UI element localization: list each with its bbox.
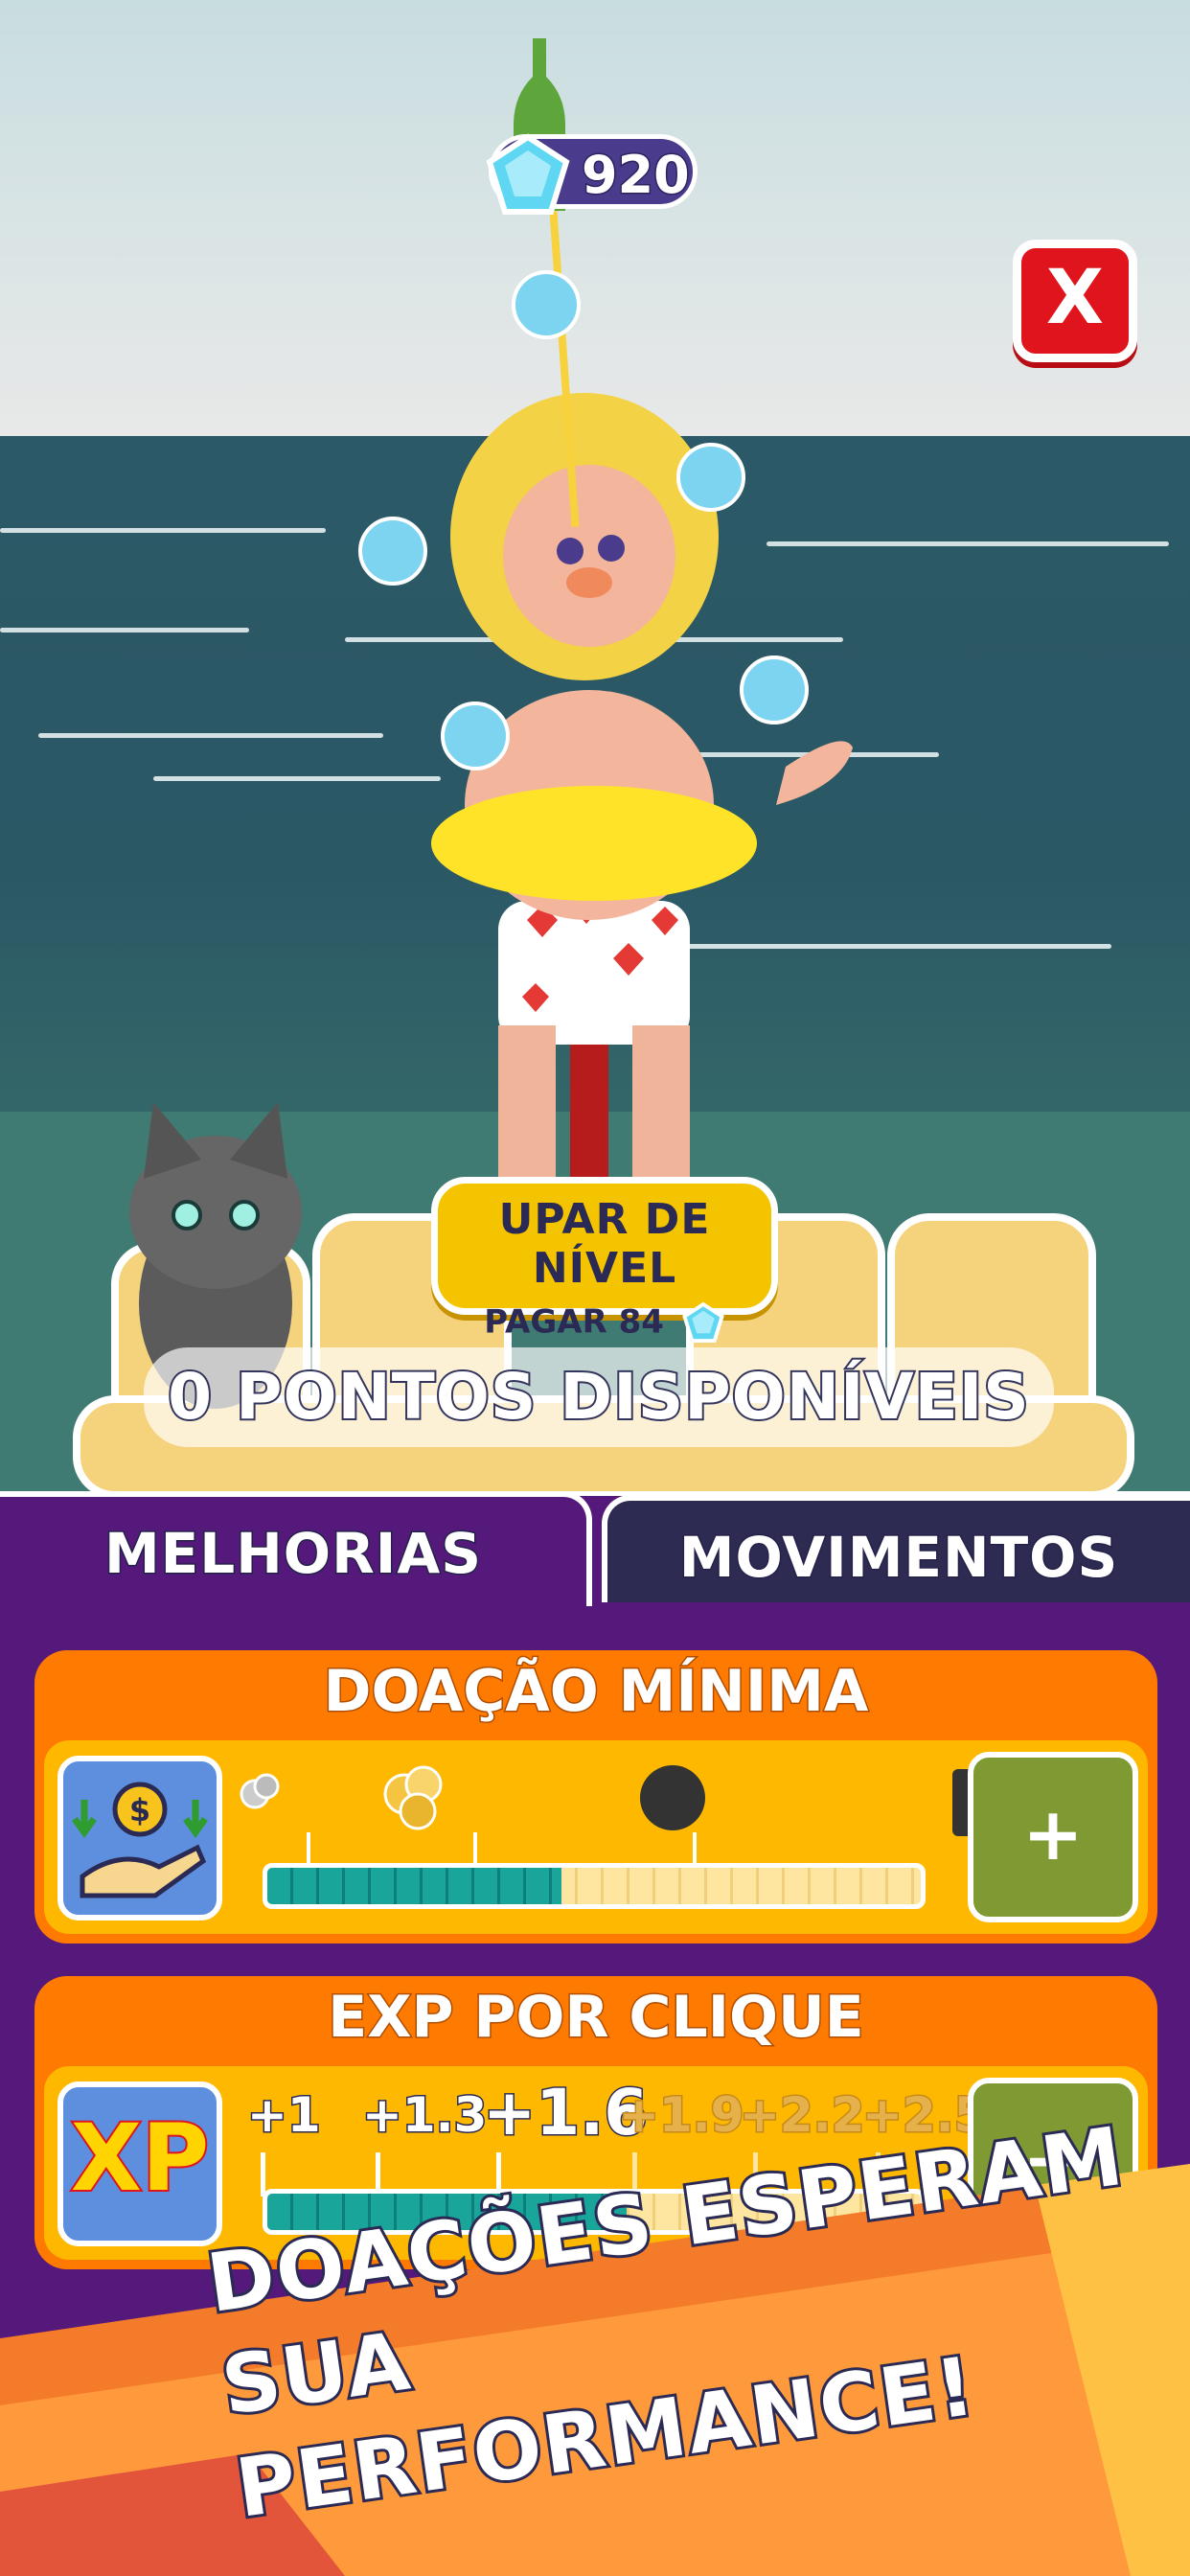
coin-donation-icon: $	[57, 1756, 222, 1920]
close-button[interactable]: X	[1013, 240, 1137, 362]
gem-icon	[486, 133, 570, 215]
xp-icon-text: XP	[69, 2103, 211, 2214]
level-up-cost-label: PAGAR 84	[484, 1302, 664, 1342]
upgrade-progress-bar	[263, 1863, 926, 1909]
gold-coins-icon	[383, 1765, 443, 1830]
gem-count: 920	[581, 144, 692, 207]
exp-step-label: +1.3	[360, 2086, 488, 2145]
milestone-icons	[240, 1765, 981, 1874]
exp-step-label: +1.9	[617, 2086, 744, 2145]
tab-label: MELHORIAS	[103, 1520, 483, 1588]
locked-reward-icon	[640, 1765, 705, 1830]
upgrade-title: EXP POR CLIQUE	[327, 1983, 865, 2053]
step-tick	[261, 2152, 265, 2196]
points-available-banner: 0 PONTOS DISPONÍVEIS	[144, 1347, 1054, 1447]
exp-step-label: +1	[246, 2086, 323, 2145]
gem-icon	[681, 1302, 724, 1344]
gem-counter: 920	[486, 133, 698, 215]
xp-icon: XP	[57, 2082, 222, 2246]
performer-character	[431, 393, 853, 1179]
upgrade-plus-button[interactable]: +	[968, 1752, 1138, 1922]
level-up-cost: PAGAR 84	[484, 1302, 725, 1345]
tab-movimentos[interactable]: MOVIMENTOS	[602, 1495, 1190, 1602]
progress-fill	[267, 1868, 561, 1904]
upgrade-body: $ +	[44, 1740, 1148, 1934]
exp-step-label: +2.2	[738, 2086, 865, 2145]
level-up-title: UPAR DE NÍVEL	[498, 1195, 711, 1293]
tab-label: MOVIMENTOS	[677, 1524, 1119, 1592]
upgrade-card-min-donation: DOAÇÃO MÍNIMA $ +	[34, 1650, 1157, 1944]
upgrade-title: DOAÇÃO MÍNIMA	[322, 1657, 870, 1727]
svg-text:$: $	[129, 1792, 150, 1828]
level-up-button[interactable]: UPAR DE NÍVEL PAGAR 84	[431, 1177, 778, 1344]
points-available-text: 0 PONTOS DISPONÍVEIS	[166, 1358, 1031, 1436]
coin-pile-icon	[240, 1773, 280, 1809]
tab-melhorias[interactable]: MELHORIAS	[0, 1491, 592, 1606]
